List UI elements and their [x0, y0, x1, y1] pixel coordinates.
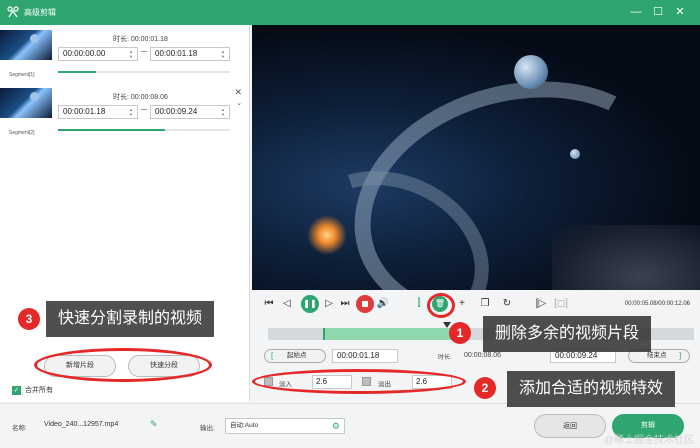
- video-preview: [252, 25, 700, 290]
- preview-art: [514, 55, 548, 89]
- annotation-number: 2: [474, 377, 496, 399]
- playback-timecode: 00:00:05.08/00:00:12.06: [624, 301, 690, 307]
- bracket-left-icon: [: [271, 351, 274, 360]
- segment-item[interactable]: Segment[2] 时长: 00:00:08.06 00:00:01.18 ▲…: [0, 85, 250, 143]
- segment-end-input[interactable]: 00:00:09.24 ▲ ▼: [150, 105, 230, 119]
- bottom-bar: 名称: Video_240...12957.mp4 ✎ 输出: 自动;Auto …: [0, 403, 700, 448]
- output-value: 自动;Auto: [230, 422, 259, 429]
- window-title: 高级剪辑: [24, 8, 56, 17]
- segment-progress: [58, 129, 230, 131]
- skip-to-start-icon[interactable]: ⏮: [262, 297, 276, 311]
- more-icon[interactable]: ⌄: [236, 99, 242, 107]
- gear-icon[interactable]: ⚙: [332, 419, 340, 433]
- checkbox-checked-icon[interactable]: ✓: [12, 385, 21, 395]
- segment-start-input[interactable]: 00:00:00.00 ▲ ▼: [58, 47, 138, 61]
- annotation-callout: 快速分割录制的视频: [46, 301, 215, 337]
- bracket-right-icon: ]: [679, 351, 682, 360]
- segment-end-value: 00:00:09.24: [155, 107, 198, 116]
- app-logo-icon: [7, 6, 19, 18]
- maximize-button[interactable]: ☐: [650, 4, 666, 20]
- segment-item[interactable]: Segment[1] 时长: 00:00:01.18 00:00:00.00 ▲…: [0, 27, 250, 85]
- annotation-ellipse: [252, 369, 466, 394]
- preview-art: [307, 215, 347, 255]
- segment-start-input[interactable]: 00:00:01.18 ▲ ▼: [58, 105, 138, 119]
- annotation-callout: 添加合适的视频特效: [507, 371, 676, 407]
- file-name: Video_240...12957.mp4: [44, 421, 119, 428]
- annotation-number: 1: [449, 322, 471, 344]
- stop-icon[interactable]: [356, 295, 374, 313]
- output-select[interactable]: 自动;Auto ⚙: [225, 418, 345, 434]
- annotation-ellipse: [34, 348, 212, 382]
- annotation-ellipse: [427, 293, 455, 318]
- set-start-label: 起始点: [287, 352, 307, 359]
- segment-thumbnail: [0, 88, 52, 118]
- segment-duration: 时长: 00:00:08.06: [113, 94, 168, 101]
- segment-end-value: 00:00:01.18: [155, 49, 198, 58]
- stepper-icon[interactable]: ▲ ▼: [221, 107, 227, 117]
- back-button[interactable]: 返回: [534, 414, 606, 438]
- stepper-icon[interactable]: ▲ ▼: [129, 107, 135, 117]
- timeline-selection[interactable]: [323, 328, 453, 340]
- preview-art: [570, 149, 580, 159]
- duration-value: 00:00:08.06: [464, 352, 501, 359]
- merge-all-label: 合并所有: [25, 387, 53, 394]
- start-time-input[interactable]: 00:00:01.18: [332, 349, 398, 363]
- frame-back-icon[interactable]: ◁: [280, 297, 294, 311]
- copy-icon[interactable]: ❐: [478, 297, 492, 311]
- segment-start-value: 00:00:00.00: [63, 49, 106, 58]
- range-separator: [141, 109, 147, 110]
- segment-duration: 时长: 00:00:01.18: [113, 36, 168, 43]
- annotation-callout: 删除多余的视频片段: [483, 316, 652, 352]
- split-icon[interactable]: ⫿: [412, 297, 426, 311]
- title-bar: 高级剪辑 — ☐ ✕: [0, 0, 700, 25]
- mark-in-icon[interactable]: [▷: [534, 297, 548, 311]
- stepper-icon[interactable]: ▲ ▼: [129, 49, 135, 59]
- pause-icon[interactable]: ❚❚: [301, 295, 319, 313]
- segment-name: Segment[1]: [9, 72, 35, 78]
- add-icon[interactable]: +: [455, 297, 469, 311]
- name-label: 名称:: [12, 425, 27, 432]
- duration-label: 时长:: [438, 355, 452, 361]
- segment-end-input[interactable]: 00:00:01.18 ▲ ▼: [150, 47, 230, 61]
- segment-progress: [58, 71, 230, 73]
- frame-forward-icon[interactable]: ▷: [322, 297, 336, 311]
- segment-thumbnail: [0, 30, 52, 60]
- segment-panel: Segment[1] 时长: 00:00:01.18 00:00:00.00 ▲…: [0, 25, 250, 402]
- close-button[interactable]: ✕: [672, 4, 688, 20]
- mark-out-icon[interactable]: [◻]: [554, 297, 568, 311]
- range-separator: [141, 51, 147, 52]
- delete-segment-icon[interactable]: ✕: [234, 87, 242, 98]
- segment-name: Segment[2]: [9, 130, 35, 136]
- preview-art: [552, 225, 700, 290]
- segment-start-value: 00:00:01.18: [63, 107, 106, 116]
- output-label: 输出:: [200, 425, 215, 432]
- edit-name-icon[interactable]: ✎: [150, 419, 158, 430]
- segment-progress-fill: [58, 129, 165, 131]
- annotation-number: 3: [18, 308, 40, 330]
- segment-progress-fill: [58, 71, 96, 73]
- set-start-button[interactable]: [ 起始点: [264, 349, 326, 363]
- volume-icon[interactable]: 🔊: [376, 297, 390, 311]
- refresh-icon[interactable]: ↻: [500, 297, 514, 311]
- minimize-button[interactable]: —: [628, 4, 644, 20]
- merge-all-checkbox[interactable]: ✓ 合并所有: [12, 385, 53, 395]
- watermark: @稀土掘金技术社区: [603, 435, 694, 446]
- stepper-icon[interactable]: ▲ ▼: [221, 49, 227, 59]
- skip-to-end-icon[interactable]: ⏭: [338, 297, 352, 311]
